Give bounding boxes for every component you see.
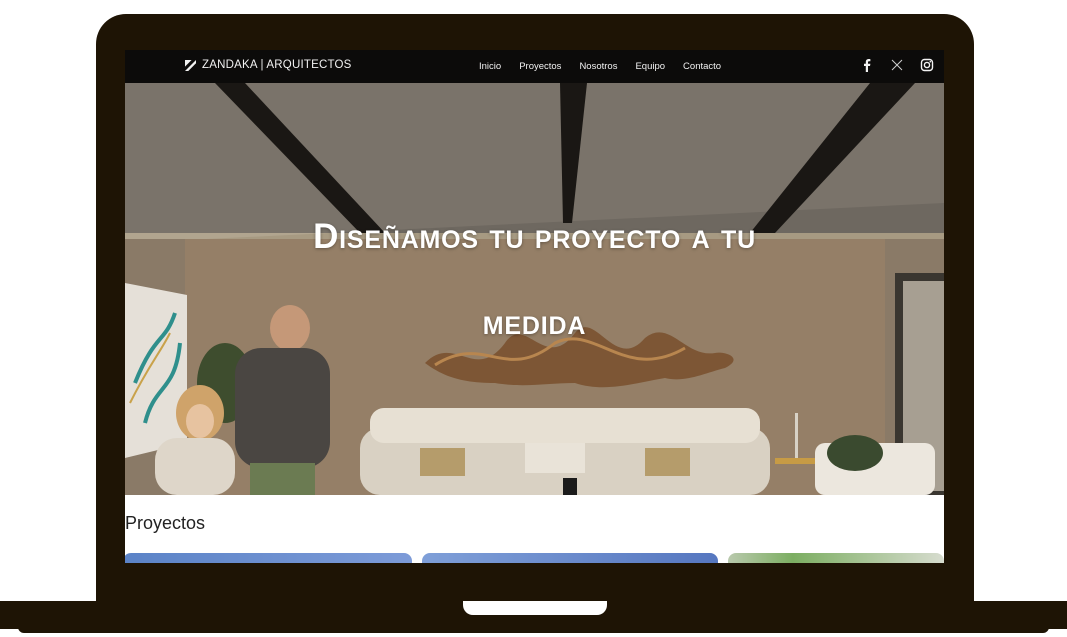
brand[interactable]: ZANDAKA | ARQUITECTOS (185, 59, 351, 71)
hero-title-line-1: Diseñamos tu proyecto a tu (313, 217, 756, 256)
x-icon[interactable] (890, 58, 904, 72)
brand-logo-icon (185, 59, 196, 71)
nav-item-nosotros[interactable]: Nosotros (579, 61, 617, 72)
projects-heading: Proyectos (125, 513, 206, 533)
hero-banner: Diseñamos tu proyecto a tu medida (125, 83, 944, 495)
laptop-screen: ZANDAKA | ARQUITECTOS Inicio Proyectos N… (125, 50, 944, 563)
project-card[interactable] (422, 553, 718, 563)
nav-item-proyectos[interactable]: Proyectos (519, 61, 561, 72)
nav-item-equipo[interactable]: Equipo (635, 61, 665, 72)
laptop-base-edge (18, 627, 1049, 633)
nav-links: Inicio Proyectos Nosotros Equipo Contact… (479, 61, 721, 72)
facebook-icon[interactable] (860, 58, 874, 72)
nav-item-contacto[interactable]: Contacto (683, 61, 721, 72)
navbar: ZANDAKA | ARQUITECTOS Inicio Proyectos N… (125, 50, 944, 83)
laptop-notch (463, 601, 607, 615)
instagram-icon[interactable] (920, 58, 934, 72)
project-cards (125, 553, 944, 563)
project-card[interactable] (728, 553, 944, 563)
nav-item-inicio[interactable]: Inicio (479, 61, 501, 72)
project-card[interactable] (125, 553, 412, 563)
social-links (860, 58, 934, 72)
hero-title-line-2: medida (482, 303, 587, 342)
hero-title: Diseñamos tu proyecto a tu medida (125, 193, 944, 367)
brand-name: ZANDAKA | ARQUITECTOS (202, 59, 352, 71)
